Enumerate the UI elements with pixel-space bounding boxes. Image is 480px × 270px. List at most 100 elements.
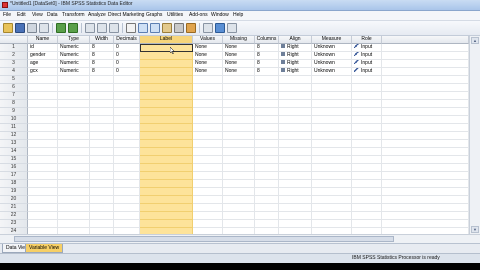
cell-values[interactable]: None bbox=[193, 52, 223, 60]
cell-type[interactable] bbox=[58, 108, 90, 116]
cell-role[interactable] bbox=[352, 100, 382, 108]
cell-name[interactable] bbox=[28, 108, 58, 116]
row-number[interactable]: 12 bbox=[0, 132, 28, 140]
cell-role[interactable] bbox=[352, 220, 382, 228]
cell-name[interactable] bbox=[28, 100, 58, 108]
col-header-decimals[interactable]: Decimals bbox=[114, 36, 140, 44]
cell-columns[interactable] bbox=[255, 204, 279, 212]
row-number[interactable]: 2 bbox=[0, 52, 28, 60]
row-number[interactable]: 16 bbox=[0, 164, 28, 172]
cell-role[interactable]: Input bbox=[352, 44, 382, 52]
cell-align[interactable]: Right bbox=[279, 60, 312, 68]
cell-values[interactable] bbox=[193, 172, 223, 180]
cell-values[interactable] bbox=[193, 196, 223, 204]
row-number[interactable]: 19 bbox=[0, 188, 28, 196]
cell-decimals[interactable] bbox=[114, 220, 140, 228]
cell-type[interactable] bbox=[58, 196, 90, 204]
cell-missing[interactable] bbox=[223, 180, 255, 188]
cell-width[interactable] bbox=[90, 148, 114, 156]
cell-align[interactable] bbox=[279, 140, 312, 148]
cell-decimals[interactable] bbox=[114, 132, 140, 140]
undo-icon[interactable] bbox=[56, 23, 66, 33]
cell-type[interactable]: Numeric bbox=[58, 68, 90, 76]
menu-analyze[interactable]: Analyze bbox=[88, 12, 106, 19]
cell-role[interactable] bbox=[352, 108, 382, 116]
cell-align[interactable]: Right bbox=[279, 52, 312, 60]
cell-role[interactable] bbox=[352, 156, 382, 164]
cell-type[interactable] bbox=[58, 220, 90, 228]
col-header-measure[interactable]: Measure bbox=[312, 36, 352, 44]
cell-type[interactable] bbox=[58, 148, 90, 156]
cell-columns[interactable] bbox=[255, 164, 279, 172]
cell-decimals[interactable]: 0 bbox=[114, 68, 140, 76]
cell-label[interactable] bbox=[140, 60, 193, 68]
cell-name[interactable] bbox=[28, 148, 58, 156]
cell-name[interactable] bbox=[28, 92, 58, 100]
cell-values[interactable] bbox=[193, 204, 223, 212]
cell-missing[interactable] bbox=[223, 220, 255, 228]
cell-name[interactable] bbox=[28, 220, 58, 228]
cell-columns[interactable] bbox=[255, 84, 279, 92]
tab-variable-view[interactable]: Variable View bbox=[25, 244, 64, 253]
cell-missing[interactable] bbox=[223, 212, 255, 220]
cell-align[interactable] bbox=[279, 116, 312, 124]
menu-file[interactable]: File bbox=[3, 12, 11, 19]
cell-decimals[interactable] bbox=[114, 84, 140, 92]
cell-type[interactable] bbox=[58, 172, 90, 180]
cell-type[interactable] bbox=[58, 140, 90, 148]
print-icon[interactable] bbox=[27, 23, 37, 33]
cell-values[interactable]: None bbox=[193, 68, 223, 76]
cell-measure[interactable]: Unknown bbox=[312, 60, 352, 68]
cell-values[interactable] bbox=[193, 156, 223, 164]
cell-label[interactable] bbox=[140, 140, 193, 148]
cell-missing[interactable] bbox=[223, 204, 255, 212]
insert-variable-icon[interactable] bbox=[150, 23, 160, 33]
cell-type[interactable] bbox=[58, 212, 90, 220]
row-number[interactable]: 23 bbox=[0, 220, 28, 228]
cell-label[interactable] bbox=[140, 180, 193, 188]
cell-measure[interactable] bbox=[312, 124, 352, 132]
menu-utilities[interactable]: Utilities bbox=[167, 12, 183, 19]
cell-type[interactable] bbox=[58, 180, 90, 188]
weight-cases-icon[interactable] bbox=[174, 23, 184, 33]
cell-missing[interactable] bbox=[223, 116, 255, 124]
cell-values[interactable] bbox=[193, 84, 223, 92]
cell-label[interactable] bbox=[140, 124, 193, 132]
cell-columns[interactable] bbox=[255, 196, 279, 204]
cell-align[interactable] bbox=[279, 188, 312, 196]
goto-variable-icon[interactable] bbox=[97, 23, 107, 33]
cell-name[interactable]: gender bbox=[28, 52, 58, 60]
cell-type[interactable] bbox=[58, 116, 90, 124]
cell-align[interactable] bbox=[279, 204, 312, 212]
cell-missing[interactable]: None bbox=[223, 60, 255, 68]
cell-columns[interactable] bbox=[255, 220, 279, 228]
cell-columns[interactable]: 8 bbox=[255, 44, 279, 52]
col-header-label[interactable]: Label bbox=[140, 36, 193, 44]
cell-width[interactable]: 8 bbox=[90, 68, 114, 76]
cell-decimals[interactable] bbox=[114, 140, 140, 148]
cell-width[interactable]: 8 bbox=[90, 60, 114, 68]
cell-values[interactable] bbox=[193, 164, 223, 172]
goto-case-icon[interactable] bbox=[85, 23, 95, 33]
cell-measure[interactable]: Unknown bbox=[312, 68, 352, 76]
cell-name[interactable] bbox=[28, 124, 58, 132]
cell-align[interactable] bbox=[279, 196, 312, 204]
cell-decimals[interactable]: 0 bbox=[114, 52, 140, 60]
row-number[interactable]: 21 bbox=[0, 204, 28, 212]
cell-align[interactable] bbox=[279, 124, 312, 132]
vertical-scrollbar[interactable]: ▲ ▼ bbox=[469, 36, 480, 234]
cell-role[interactable] bbox=[352, 84, 382, 92]
cell-type[interactable] bbox=[58, 124, 90, 132]
cell-align[interactable] bbox=[279, 132, 312, 140]
cell-missing[interactable] bbox=[223, 92, 255, 100]
cell-measure[interactable] bbox=[312, 156, 352, 164]
cell-missing[interactable] bbox=[223, 124, 255, 132]
cell-name[interactable] bbox=[28, 196, 58, 204]
menu-graphs[interactable]: Graphs bbox=[146, 12, 162, 19]
cell-missing[interactable] bbox=[223, 164, 255, 172]
cell-columns[interactable]: 8 bbox=[255, 68, 279, 76]
cell-align[interactable] bbox=[279, 84, 312, 92]
cell-role[interactable] bbox=[352, 124, 382, 132]
row-number[interactable]: 7 bbox=[0, 92, 28, 100]
cell-role[interactable] bbox=[352, 188, 382, 196]
